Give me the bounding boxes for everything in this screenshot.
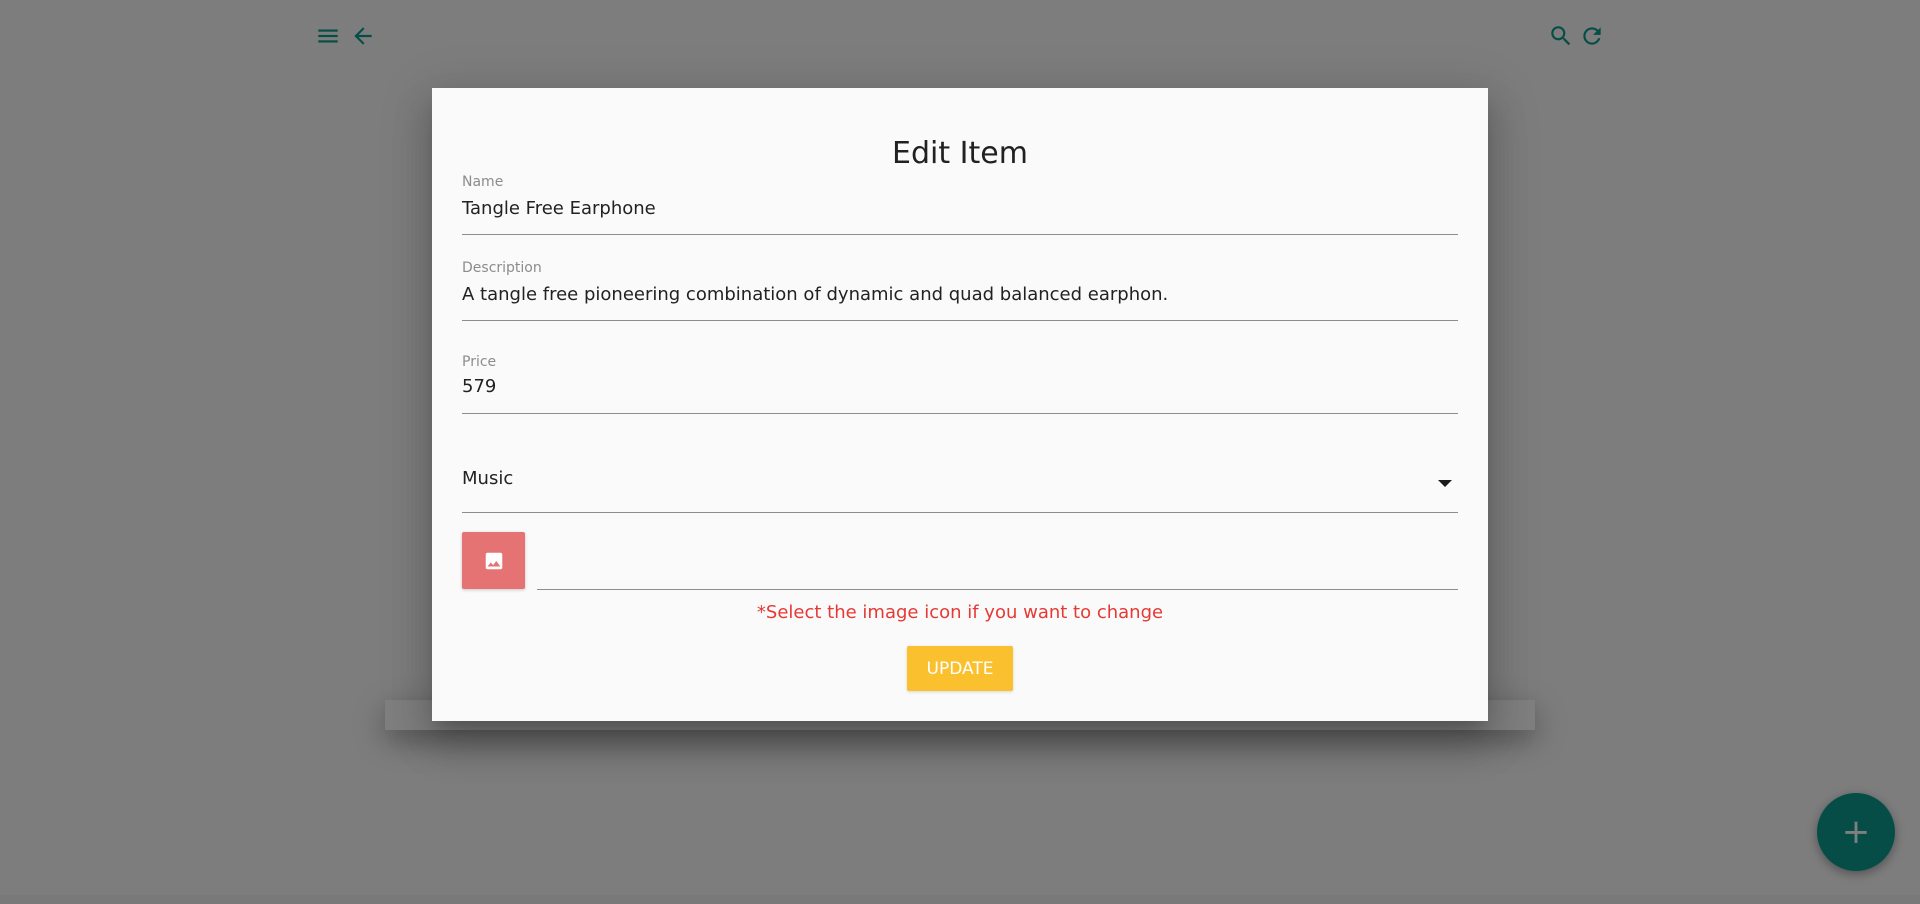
- description-field[interactable]: Description A tangle free pioneering com…: [462, 260, 1458, 322]
- description-input[interactable]: A tangle free pioneering combination of …: [462, 284, 1168, 305]
- description-underline: [462, 320, 1458, 321]
- category-select[interactable]: Music: [462, 468, 1458, 513]
- price-underline: [462, 413, 1458, 414]
- edit-item-dialog: Edit Item Name Tangle Free Earphone Desc…: [432, 88, 1488, 721]
- name-field[interactable]: Name Tangle Free Earphone: [462, 174, 1458, 236]
- update-button[interactable]: UPDATE: [907, 646, 1013, 691]
- image-hint-text: *Select the image icon if you want to ch…: [756, 602, 1164, 623]
- image-filename-field[interactable]: [537, 589, 1458, 590]
- category-underline: [462, 512, 1458, 513]
- name-input[interactable]: Tangle Free Earphone: [462, 198, 656, 219]
- select-image-button[interactable]: [462, 532, 525, 589]
- category-selected-value: Music: [462, 468, 514, 489]
- description-label: Description: [462, 260, 542, 276]
- name-underline: [462, 234, 1458, 235]
- price-input[interactable]: 579: [462, 376, 496, 397]
- name-label: Name: [462, 174, 504, 190]
- price-field[interactable]: Price 579: [462, 354, 1458, 416]
- image-icon: [485, 552, 502, 569]
- chevron-down-icon: [1438, 480, 1452, 487]
- dialog-title: Edit Item: [892, 136, 1028, 171]
- price-label: Price: [462, 354, 497, 370]
